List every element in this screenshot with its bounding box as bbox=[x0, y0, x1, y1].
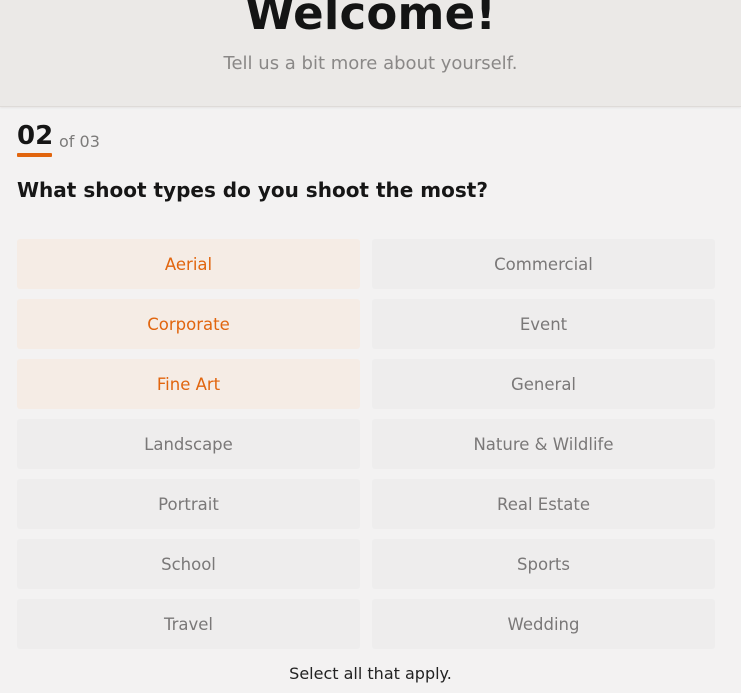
option-commercial[interactable]: Commercial bbox=[372, 239, 715, 289]
step-indicator: 02 of 03 bbox=[17, 120, 100, 160]
option-sports[interactable]: Sports bbox=[372, 539, 715, 589]
option-aerial[interactable]: Aerial bbox=[17, 239, 360, 289]
step-underline bbox=[17, 153, 52, 157]
option-school[interactable]: School bbox=[17, 539, 360, 589]
step-total: of 03 bbox=[59, 132, 100, 151]
option-fine-art[interactable]: Fine Art bbox=[17, 359, 360, 409]
option-nature-wildlife[interactable]: Nature & Wildlife bbox=[372, 419, 715, 469]
shoot-type-options: Aerial Commercial Corporate Event Fine A… bbox=[17, 239, 715, 649]
footer-hint: Select all that apply. bbox=[289, 664, 452, 683]
question-heading: What shoot types do you shoot the most? bbox=[17, 178, 488, 202]
welcome-header: Welcome! Tell us a bit more about yourse… bbox=[0, 0, 741, 107]
option-event[interactable]: Event bbox=[372, 299, 715, 349]
option-corporate[interactable]: Corporate bbox=[17, 299, 360, 349]
option-real-estate[interactable]: Real Estate bbox=[372, 479, 715, 529]
option-landscape[interactable]: Landscape bbox=[17, 419, 360, 469]
option-portrait[interactable]: Portrait bbox=[17, 479, 360, 529]
page-subtitle: Tell us a bit more about yourself. bbox=[223, 53, 518, 74]
option-travel[interactable]: Travel bbox=[17, 599, 360, 649]
page-title: Welcome! bbox=[244, 0, 497, 40]
option-general[interactable]: General bbox=[372, 359, 715, 409]
step-current: 02 bbox=[17, 121, 54, 151]
option-wedding[interactable]: Wedding bbox=[372, 599, 715, 649]
